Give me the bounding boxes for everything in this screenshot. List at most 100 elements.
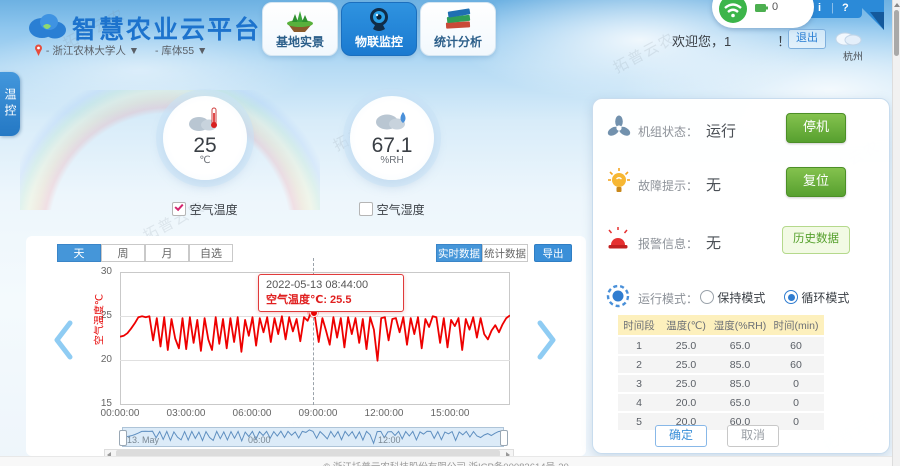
house-selector[interactable]: - 库体55 ▼ <box>155 45 207 57</box>
table-row[interactable]: 420.0 65.00 <box>618 394 824 411</box>
tab-label: 基地实景 <box>276 33 324 50</box>
logo <box>26 8 70 42</box>
reset-button[interactable]: 复位 <box>786 167 846 197</box>
gauge-unit: %RH <box>350 155 434 166</box>
stop-button[interactable]: 停机 <box>786 113 846 143</box>
site-selector[interactable]: - 浙江农林大学人 ▼ <box>46 45 139 57</box>
side-tab-temperature-control[interactable]: 温控 <box>0 72 20 136</box>
vertical-scrollbar-thumb[interactable] <box>894 10 899 56</box>
gauge-unit: ℃ <box>163 155 247 166</box>
run-mode-icon <box>606 284 630 308</box>
range-tab-week[interactable]: 周 <box>101 244 145 262</box>
app-window: 拓普云农 拓普云农 拓普云农 拓普云农 拓普云农 拓普云农 拓普云农 拓普云农 … <box>0 0 900 466</box>
y-axis-label: 空气温度℃ <box>91 270 106 370</box>
tab-label: 物联监控 <box>355 33 403 50</box>
help-icon[interactable]: ? <box>842 0 849 17</box>
weather-cloud-icon <box>833 26 863 46</box>
footer-bar: © 浙江托普云农科技股份有限公司 浙ICP备00083614号-30 <box>0 456 892 466</box>
battery-count: 0 <box>772 1 778 13</box>
realtime-data-tab[interactable]: 实时数据 <box>436 244 482 262</box>
username: 1 <box>724 34 731 49</box>
navigator-mini-series <box>124 428 502 445</box>
temperature-checkbox[interactable] <box>172 202 186 216</box>
island-icon <box>283 7 317 33</box>
battery-icon <box>755 3 769 13</box>
x-tick: 09:00:00 <box>299 408 338 419</box>
navigator-label: 06:00 <box>248 435 271 445</box>
alarm-siren-icon <box>605 227 631 251</box>
cloud-logo-icon <box>26 8 70 42</box>
temperature-checkbox-label: 空气温度 <box>190 203 238 217</box>
navigator-label: 13. May <box>127 435 159 445</box>
col-temperature: 温度(℃) <box>660 315 712 335</box>
table-row[interactable]: 325.0 85.00 <box>618 375 824 392</box>
gauge-value: 25 <box>163 137 247 155</box>
tooltip-value: 空气温度℃: 25.5 <box>266 293 396 308</box>
cancel-button[interactable]: 取消 <box>727 425 779 447</box>
vertical-scrollbar[interactable] <box>892 0 900 466</box>
footer-copyright: © 浙江托普云农科技股份有限公司 浙ICP备00083614号-30 <box>0 459 892 466</box>
weather-city: 杭州 <box>843 48 863 63</box>
bulb-icon <box>607 168 631 196</box>
humidity-checkbox-label: 空气湿度 <box>377 203 425 217</box>
range-tab-month[interactable]: 月 <box>145 244 189 262</box>
confirm-button[interactable]: 确定 <box>655 425 707 447</box>
table-row[interactable]: 125.0 65.060 <box>618 337 824 354</box>
table-header-row: 时间段 温度(℃) 湿度(%RH) 时间(min) <box>618 315 824 335</box>
gauge-humidity: 67.1 %RH <box>350 96 434 180</box>
col-humidity: 湿度(%RH) <box>712 315 768 335</box>
cloud-droplet-icon <box>373 106 411 132</box>
chart-next-button chevron-right-icon[interactable] <box>534 318 560 362</box>
app-title: 智慧农业云平台 <box>72 10 261 46</box>
unit-status-value: 运行 <box>706 120 736 141</box>
x-tick: 03:00:00 <box>167 408 206 419</box>
unit-status-label: 机组状态： <box>638 123 698 140</box>
hold-mode-label: 保持模式 <box>717 291 765 305</box>
fault-label: 故障提示： <box>638 177 698 194</box>
x-tick: 06:00:00 <box>233 408 272 419</box>
range-tab-day[interactable]: 天 <box>57 244 101 262</box>
x-tick: 12:00:00 <box>365 408 404 419</box>
alarm-value: 无 <box>706 232 721 253</box>
welcome-text: 欢迎您， <box>672 34 724 49</box>
export-button[interactable]: 导出 <box>534 244 572 262</box>
wifi-icon <box>718 0 748 24</box>
gauge-value: 67.1 <box>350 137 434 155</box>
fan-icon <box>606 115 632 141</box>
chart-tooltip: 2022-05-13 08:44:00 空气温度℃: 25.5 <box>258 274 404 312</box>
info-icon[interactable]: i <box>818 0 821 17</box>
scrollbar-up-arrow[interactable] <box>894 3 900 7</box>
navigator-handle-left[interactable] <box>119 430 127 446</box>
logout-button[interactable]: 退出 <box>788 29 826 49</box>
connection-pill: 0 <box>712 0 814 28</box>
history-data-button[interactable]: 历史数据 <box>782 226 850 254</box>
navigator-handle-right[interactable] <box>500 430 508 446</box>
cycle-mode-radio[interactable] <box>784 290 798 304</box>
table-row[interactable]: 520.0 60.00 <box>618 413 824 430</box>
location-pin-icon <box>34 44 43 56</box>
chart-prev-button chevron-left-icon[interactable] <box>50 318 76 362</box>
col-period: 时间段 <box>618 315 660 335</box>
alarm-label: 报警信息： <box>638 235 698 252</box>
range-tab-custom[interactable]: 自选 <box>189 244 233 262</box>
x-tick: 15:00:00 <box>431 408 470 419</box>
books-icon <box>442 7 474 33</box>
watermark: 拓普云农 <box>609 27 679 77</box>
tab-statistics[interactable]: 统计分析 <box>420 2 496 56</box>
webcam-icon <box>364 7 394 33</box>
tab-label: 统计分析 <box>434 33 482 50</box>
col-time: 时间(min) <box>768 315 824 335</box>
tab-base-view[interactable]: 基地实景 <box>262 2 338 56</box>
tooltip-time: 2022-05-13 08:44:00 <box>266 278 396 293</box>
fault-value: 无 <box>706 174 721 195</box>
gauge-temperature: 25 ℃ <box>163 96 247 180</box>
navigator-label: 12:00 <box>378 435 401 445</box>
cycle-mode-label: 循环模式 <box>801 291 849 305</box>
stats-data-tab[interactable]: 统计数据 <box>482 244 528 262</box>
table-row[interactable]: 225.0 85.060 <box>618 356 824 373</box>
tab-iot-monitor[interactable]: 物联监控 <box>341 2 417 56</box>
cloud-thermometer-icon <box>186 106 224 132</box>
hold-mode-radio[interactable] <box>700 290 714 304</box>
humidity-checkbox[interactable] <box>359 202 373 216</box>
schedule-table: 时间段 温度(℃) 湿度(%RH) 时间(min) 125.0 65.060 2… <box>618 313 824 432</box>
